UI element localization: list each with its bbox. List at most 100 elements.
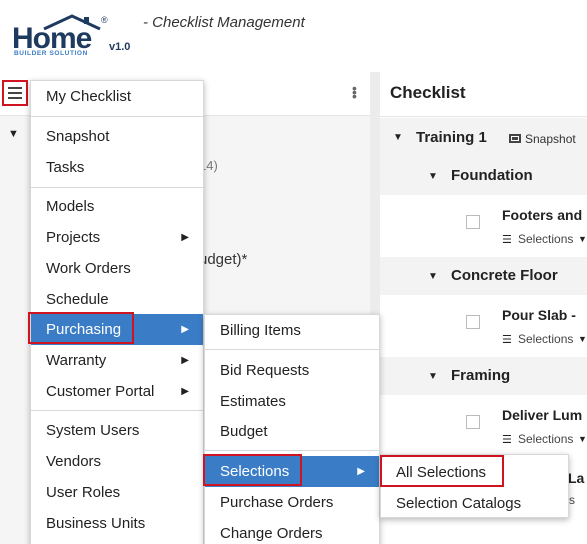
snapshot-icon <box>509 134 521 143</box>
menu-item-label: Selection Catalogs <box>396 495 522 512</box>
menu-divider <box>31 116 203 117</box>
menu-item-label: Business Units <box>46 515 146 532</box>
item-selections-label: Selections <box>518 432 574 446</box>
section-row[interactable]: ▼ Concrete Floor <box>380 257 587 295</box>
submenu-item-estimates[interactable]: Estimates <box>205 386 379 417</box>
purchasing-submenu: Billing Items Bid Requests Estimates Bud… <box>204 314 380 544</box>
hamburger-menu-button[interactable] <box>2 80 28 106</box>
menu-item-my-checklist[interactable]: My Checklist <box>31 81 203 112</box>
triangle-down-icon[interactable]: ▼ <box>578 434 587 444</box>
menu-item-label: Billing Items <box>220 322 301 339</box>
submenu-item-selections[interactable]: Selections ▶ <box>205 456 379 487</box>
triangle-right-icon: ▶ <box>181 386 189 397</box>
app-logo[interactable]: Home ® BUILDER SOLUTION v1.0 <box>12 14 137 60</box>
hamburger-icon <box>8 87 22 99</box>
item-title-partial: La <box>568 470 585 486</box>
item-checkbox[interactable] <box>466 215 480 229</box>
menu-item-label: All Selections <box>396 464 487 481</box>
item-title: Pour Slab - <box>502 307 576 323</box>
menu-item-label: Estimates <box>220 393 286 410</box>
menu-item-warranty[interactable]: Warranty ▶ <box>31 345 203 376</box>
main-nav-menu: My Checklist Snapshot Tasks Models Proje… <box>30 80 204 544</box>
menu-item-user-roles[interactable]: User Roles <box>31 477 203 508</box>
selections-submenu: All Selections Selection Catalogs <box>380 454 569 518</box>
submenu-item-billing-items[interactable]: Billing Items <box>205 315 379 346</box>
submenu-item-bid-requests[interactable]: Bid Requests <box>205 355 379 386</box>
menu-item-label: Schedule <box>46 291 109 308</box>
section-title: Framing <box>451 367 511 384</box>
list-icon: ☰ <box>502 334 512 346</box>
menu-item-models[interactable]: Models <box>31 191 203 222</box>
menu-item-label: User Roles <box>46 484 121 501</box>
submenu-item-all-selections[interactable]: All Selections <box>381 457 568 488</box>
menu-item-business-units[interactable]: Business Units <box>31 508 203 539</box>
menu-item-label: Models <box>46 198 95 215</box>
triangle-right-icon: ▶ <box>181 324 189 335</box>
list-icon: ☰ <box>502 234 512 246</box>
item-selections-label: Selections <box>518 232 574 246</box>
menu-item-purchasing[interactable]: Purchasing ▶ <box>31 314 203 345</box>
kebab-icon[interactable]: • • • <box>352 81 357 103</box>
menu-divider <box>31 187 203 188</box>
submenu-item-budget[interactable]: Budget <box>205 416 379 447</box>
menu-item-label: Bid Requests <box>220 362 310 379</box>
menu-item-label: Vendors <box>46 453 102 470</box>
menu-item-label: Projects <box>46 229 101 246</box>
menu-item-label: Warranty <box>46 352 107 369</box>
item-sub-partial: s <box>569 493 575 507</box>
menu-item-label: Customer Portal <box>46 383 155 400</box>
section-row[interactable]: ▼ Framing <box>380 357 587 395</box>
registered-mark-icon: ® <box>101 15 108 25</box>
project-row[interactable]: ▼ Training 1 Snapshot <box>380 118 587 157</box>
item-checkbox[interactable] <box>466 315 480 329</box>
app-header: Home ® BUILDER SOLUTION v1.0 - Checklist… <box>0 0 587 72</box>
item-checkbox[interactable] <box>466 415 480 429</box>
expand-caret-icon[interactable]: ▼ <box>393 132 403 143</box>
menu-item-label: Change Orders <box>220 525 323 542</box>
item-title: Footers and <box>502 207 583 223</box>
expand-caret-icon[interactable]: ▼ <box>428 271 438 282</box>
checklist-item[interactable]: Pour Slab - ☰ Selections ▼ <box>380 295 587 357</box>
menu-item-system-users[interactable]: System Users <box>31 415 203 446</box>
submenu-item-selection-catalogs[interactable]: Selection Catalogs <box>381 488 568 519</box>
menu-item-vendors[interactable]: Vendors <box>31 446 203 477</box>
menu-item-tasks[interactable]: Tasks <box>31 152 203 183</box>
expand-caret-icon[interactable]: ▼ <box>428 171 438 182</box>
menu-divider <box>205 349 379 350</box>
checklist-title: Checklist <box>390 83 466 102</box>
triangle-down-icon[interactable]: ▼ <box>578 334 587 344</box>
triangle-right-icon: ▶ <box>181 355 189 366</box>
menu-item-label: Purchasing <box>46 321 122 338</box>
page-title: - Checklist Management <box>143 14 305 31</box>
menu-item-snapshot[interactable]: Snapshot <box>31 121 203 152</box>
menu-item-label: System Users <box>46 422 140 439</box>
list-icon: ☰ <box>502 434 512 446</box>
checklist-header: Checklist <box>380 72 587 117</box>
section-title: Concrete Floor <box>451 267 558 284</box>
item-title: Deliver Lum <box>502 407 583 423</box>
project-title: Training 1 <box>416 129 487 146</box>
triangle-right-icon: ▶ <box>181 232 189 243</box>
checklist-item[interactable]: Deliver Lum ☰ Selections ▼ <box>380 395 587 457</box>
snapshot-tag: Snapshot <box>525 132 576 146</box>
submenu-item-change-orders[interactable]: Change Orders <box>205 518 379 544</box>
obscured-budget-text: udget)* <box>199 251 248 268</box>
expand-caret-icon[interactable]: ▼ <box>428 371 438 382</box>
logo-subtitle: BUILDER SOLUTION <box>14 50 88 57</box>
menu-item-label: Snapshot <box>46 128 110 145</box>
menu-item-label: Work Orders <box>46 260 131 277</box>
menu-item-label: Tasks <box>46 159 85 176</box>
menu-item-label: Purchase Orders <box>220 494 334 511</box>
menu-item-work-orders[interactable]: Work Orders <box>31 253 203 284</box>
menu-item-projects[interactable]: Projects ▶ <box>31 222 203 253</box>
checklist-item[interactable]: Footers and ☰ Selections ▼ <box>380 195 587 257</box>
menu-item-label: Budget <box>220 423 268 440</box>
menu-item-schedule[interactable]: Schedule <box>31 284 203 315</box>
menu-item-customer-portal[interactable]: Customer Portal ▶ <box>31 376 203 407</box>
triangle-down-icon[interactable]: ▼ <box>578 234 587 244</box>
menu-divider <box>205 450 379 451</box>
app-version: v1.0 <box>109 41 131 53</box>
section-row[interactable]: ▼ Foundation <box>380 157 587 195</box>
submenu-item-purchase-orders[interactable]: Purchase Orders <box>205 487 379 518</box>
expand-caret-icon[interactable]: ▼ <box>8 128 19 140</box>
